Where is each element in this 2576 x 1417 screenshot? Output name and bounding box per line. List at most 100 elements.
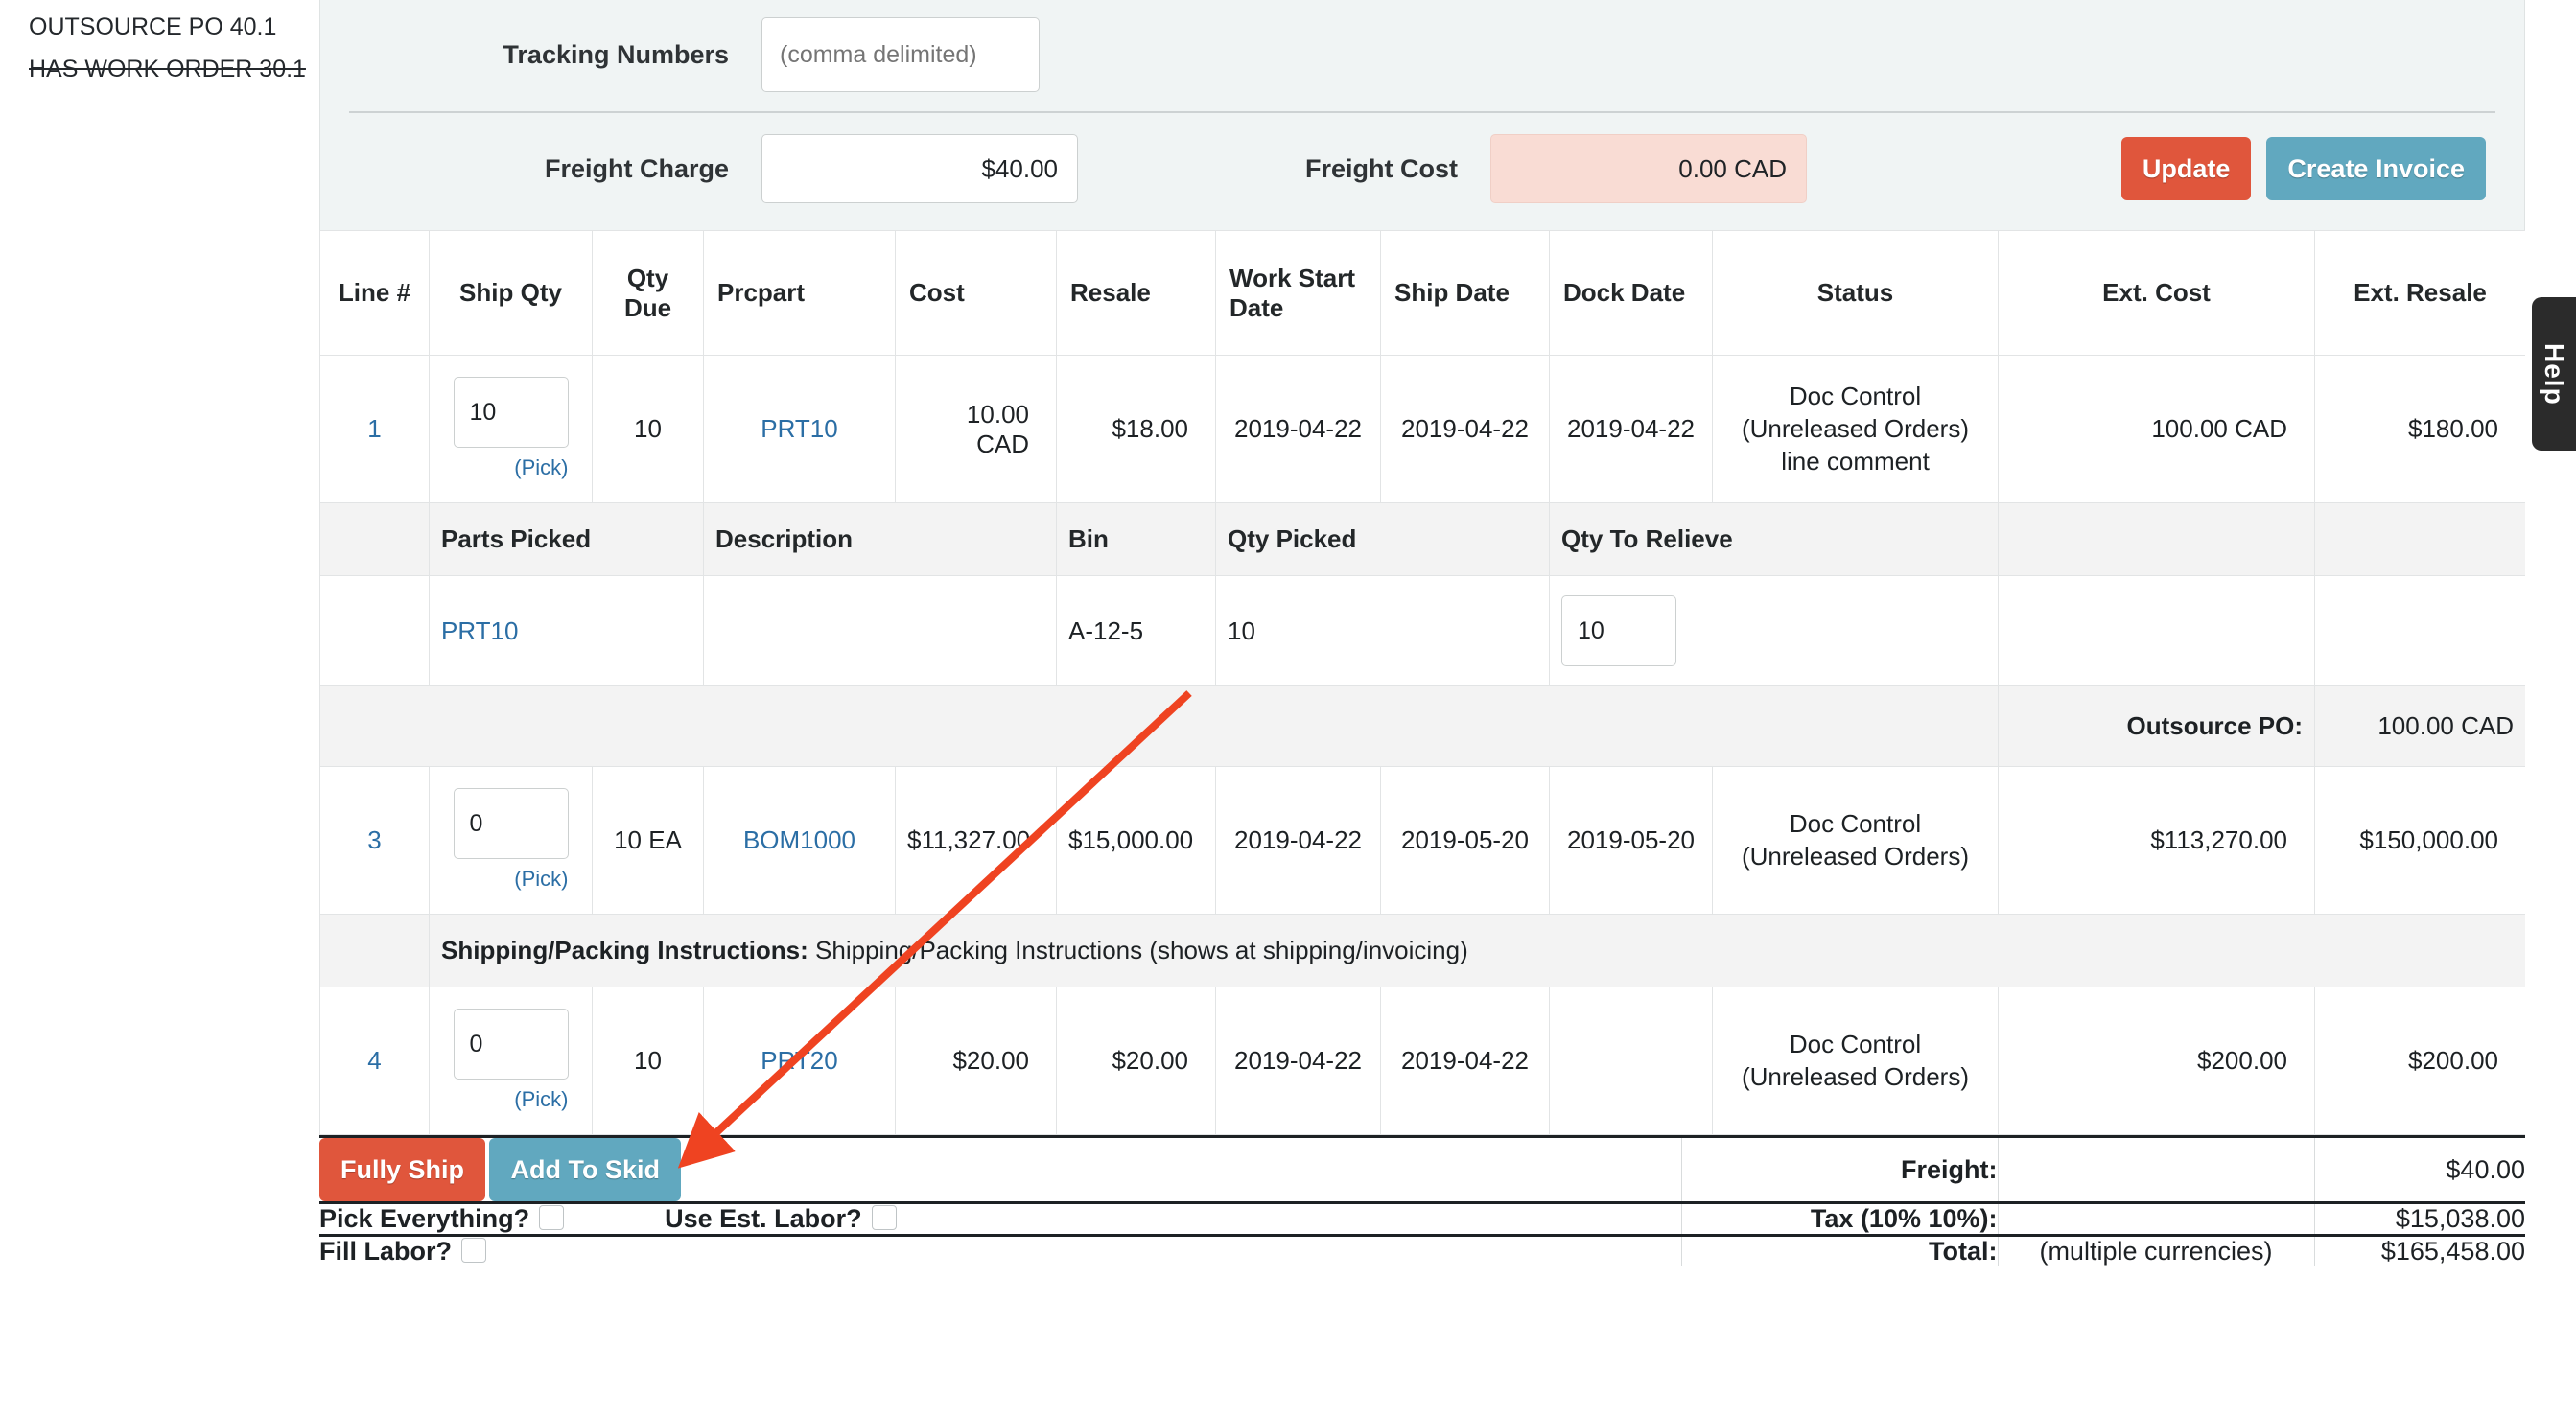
- header-actions: Update Create Invoice: [2120, 137, 2495, 200]
- footer-row-total: Fill Labor? Total: (multiple currencies)…: [319, 1234, 2525, 1267]
- freight-charge-label: Freight Charge: [544, 153, 729, 183]
- row1-work-start-date: 2019-04-22: [1215, 355, 1381, 504]
- row3-qty-due: 10 EA: [592, 766, 704, 916]
- use-est-labor-label: Use Est. Labor?: [665, 1204, 862, 1234]
- tax-mid: [1997, 1201, 2314, 1236]
- sidebar-note-work-order: HAS WORK ORDER 30.1: [29, 56, 306, 82]
- picked-row-qty-picked: 10: [1215, 575, 1550, 687]
- freight-row: Freight Charge Freight Cost 0.00 CAD Upd…: [349, 113, 2495, 230]
- row1-status-line1: Doc Control: [1789, 382, 1922, 411]
- row4-line-number: 4: [319, 987, 430, 1136]
- row3-status-line2: (Unreleased Orders): [1742, 841, 1969, 871]
- row4-prcpart-link[interactable]: PRT20: [761, 1046, 837, 1075]
- row4-ship-qty-cell: (Pick): [429, 987, 593, 1136]
- row3-line-number: 3: [319, 766, 430, 916]
- fill-labor-label: Fill Labor?: [319, 1237, 452, 1266]
- instructions-label: Shipping/Packing Instructions:: [441, 936, 808, 965]
- row1-ship-date: 2019-04-22: [1380, 355, 1550, 504]
- picked-row-part-link[interactable]: PRT10: [441, 616, 518, 645]
- col-ship-qty: Ship Qty: [429, 229, 593, 357]
- row3-status: Doc Control (Unreleased Orders): [1712, 766, 1999, 916]
- row1-status: Doc Control (Unreleased Orders) line com…: [1712, 355, 1999, 504]
- help-tab-label: Help: [2540, 342, 2569, 406]
- instructions-spacer: [319, 914, 430, 988]
- row4-ext-resale: $200.00: [2314, 987, 2526, 1136]
- row3-prcpart-cell: BOM1000: [703, 766, 896, 916]
- row4-work-start-date: 2019-04-22: [1215, 987, 1381, 1136]
- row4-ext-cost: $200.00: [1998, 987, 2315, 1136]
- table-row: 4 (Pick) 10 PRT20 $20.00 $20.00 2019-0: [319, 987, 2526, 1136]
- table-header-row: Line # Ship Qty Qty Due Prcpart Cost Res…: [319, 229, 2526, 357]
- pick-everything-checkbox[interactable]: [539, 1205, 565, 1231]
- row4-line-link[interactable]: 4: [367, 1046, 381, 1075]
- tax-value: $15,038.00: [2313, 1201, 2525, 1236]
- pick-everything-label: Pick Everything?: [319, 1204, 530, 1234]
- outsource-po-label: Outsource PO:: [1998, 685, 2315, 768]
- tracking-numbers-input[interactable]: [761, 17, 1040, 92]
- picked-row-description: [703, 575, 1057, 687]
- sidebar-note-outsource-po: OUTSOURCE PO 40.1: [29, 13, 277, 40]
- row4-pick-link[interactable]: (Pick): [514, 1087, 568, 1111]
- freight-charge-input[interactable]: [761, 134, 1078, 203]
- footer-row-freight: Fully Ship Add To Skid Freight: $40.00: [319, 1135, 2525, 1203]
- col-work-start-date: Work Start Date: [1215, 229, 1381, 357]
- qty-to-relieve-input[interactable]: [1561, 595, 1676, 667]
- picked-col-parts-picked: Parts Picked: [429, 502, 704, 577]
- row3-prcpart-link[interactable]: BOM1000: [743, 825, 855, 854]
- row3-dock-date: 2019-05-20: [1549, 766, 1713, 916]
- row3-status-line1: Doc Control: [1789, 809, 1922, 839]
- footer-table: Fully Ship Add To Skid Freight: $40.00 P…: [319, 1135, 2525, 1267]
- row4-ship-qty-input[interactable]: [453, 1009, 569, 1080]
- picked-row-qty-to-relieve-cell: [1549, 575, 1999, 687]
- picked-col-bin: Bin: [1056, 502, 1216, 577]
- picked-row-spacer-3: [2314, 575, 2526, 687]
- row4-dock-date: [1549, 987, 1713, 1136]
- row1-pick-link[interactable]: (Pick): [514, 455, 568, 479]
- picked-spacer-2: [1998, 502, 2315, 577]
- freight-cost-value: 0.00 CAD: [1490, 134, 1807, 203]
- shipping-invoicing-page: OUTSOURCE PO 40.1 HAS WORK ORDER 30.1 Tr…: [0, 0, 2576, 1417]
- row3-ship-qty-cell: (Pick): [429, 766, 593, 916]
- row3-work-start-date: 2019-04-22: [1215, 766, 1381, 916]
- row4-status: Doc Control (Unreleased Orders): [1712, 987, 1999, 1136]
- col-ext-resale: Ext. Resale: [2314, 229, 2526, 357]
- picked-row-spacer-1: [319, 575, 430, 687]
- row4-qty-due: 10: [592, 987, 704, 1136]
- row1-ext-resale: $180.00: [2314, 355, 2526, 504]
- row3-ext-resale: $150,000.00: [2314, 766, 2526, 916]
- total-value: $165,458.00: [2313, 1234, 2525, 1267]
- row4-prcpart-cell: PRT20: [703, 987, 896, 1136]
- picked-col-qty-to-relieve: Qty To Relieve: [1549, 502, 1999, 577]
- footer-body: Fully Ship Add To Skid Freight: $40.00 P…: [319, 1135, 2525, 1267]
- freight-header-card: Tracking Numbers Freight Charge Freight …: [319, 0, 2525, 230]
- col-qty-due: Qty Due: [592, 229, 704, 357]
- row4-cost: $20.00: [895, 987, 1057, 1136]
- row3-line-link[interactable]: 3: [367, 825, 381, 854]
- row1-prcpart-link[interactable]: PRT10: [761, 414, 837, 443]
- update-button[interactable]: Update: [2120, 137, 2252, 200]
- picked-col-description: Description: [703, 502, 1057, 577]
- table-body: 1 (Pick) 10 PRT10 10.00 CAD $18.00 201: [319, 355, 2526, 1136]
- picked-spacer-3: [2314, 502, 2526, 577]
- col-dock-date: Dock Date: [1549, 229, 1713, 357]
- sidebar-notes: OUTSOURCE PO 40.1 HAS WORK ORDER 30.1: [0, 0, 319, 1417]
- row1-line-link[interactable]: 1: [367, 414, 381, 443]
- row3-ship-qty-input[interactable]: [453, 788, 569, 860]
- fill-labor-checkbox[interactable]: [461, 1238, 486, 1264]
- help-tab[interactable]: Help: [2532, 297, 2576, 451]
- add-to-skid-button[interactable]: Add To Skid: [489, 1138, 681, 1202]
- row4-resale: $20.00: [1056, 987, 1216, 1136]
- row3-pick-link[interactable]: (Pick): [514, 867, 568, 891]
- use-est-labor-checkbox[interactable]: [871, 1205, 897, 1231]
- right-gutter: [2525, 0, 2576, 1417]
- row4-status-line2: (Unreleased Orders): [1742, 1061, 1969, 1091]
- outsource-po-spacer: [319, 685, 1999, 768]
- fully-ship-button[interactable]: Fully Ship: [319, 1138, 486, 1202]
- col-resale: Resale: [1056, 229, 1216, 357]
- row1-ship-qty-input[interactable]: [453, 377, 569, 449]
- create-invoice-button[interactable]: Create Invoice: [2266, 137, 2486, 200]
- row1-prcpart-cell: PRT10: [703, 355, 896, 504]
- outsource-po-row: Outsource PO: 100.00 CAD: [319, 685, 2526, 768]
- row3-ext-cost: $113,270.00: [1998, 766, 2315, 916]
- table-row: 1 (Pick) 10 PRT10 10.00 CAD $18.00 201: [319, 355, 2526, 504]
